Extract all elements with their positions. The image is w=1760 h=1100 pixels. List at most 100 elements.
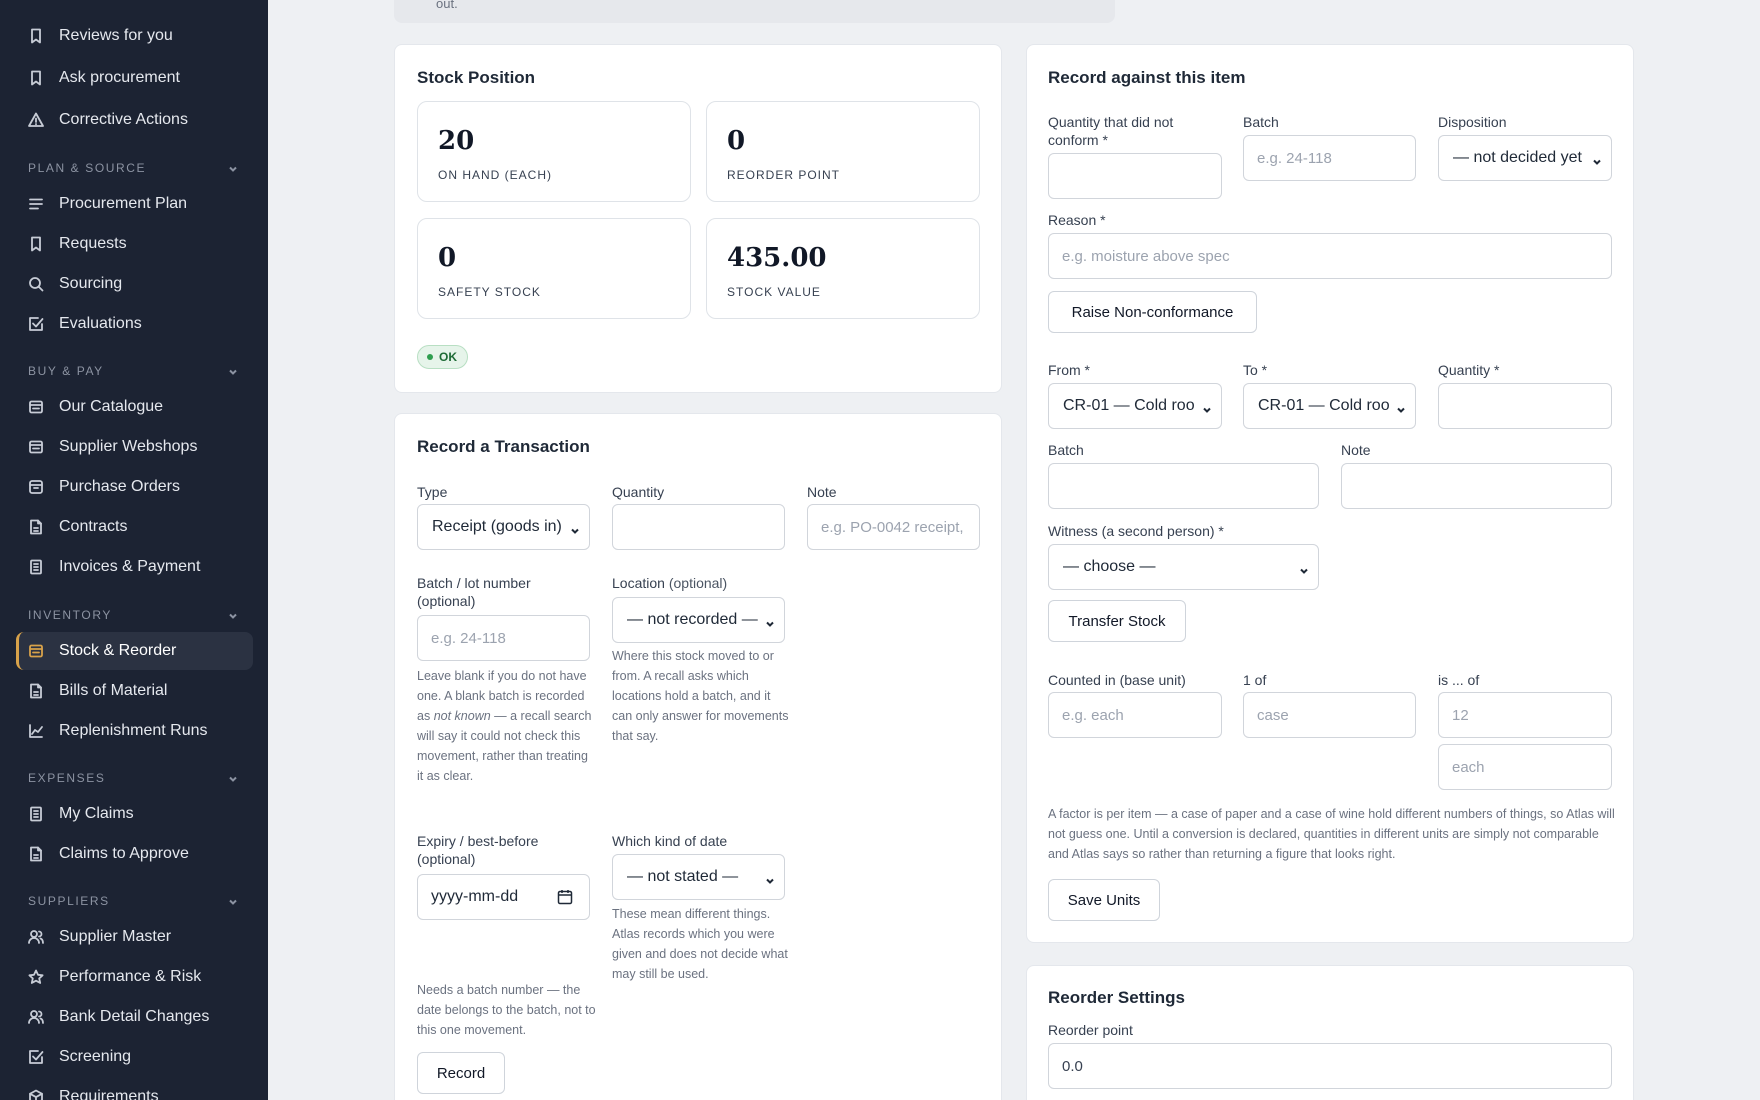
from-select-value: CR-01 — Cold roo xyxy=(1063,397,1195,414)
reorder-point-label: Reorder point xyxy=(1048,1022,1133,1038)
status-badge: OK xyxy=(417,345,468,369)
stat-value: 435.00 xyxy=(727,243,827,273)
factor-unit-input[interactable]: each xyxy=(1438,744,1612,790)
sidebar-item-procurement-plan[interactable]: Procurement Plan xyxy=(16,185,253,223)
transfer-note-label: Note xyxy=(1341,442,1371,458)
from-location-select[interactable]: CR-01 — Cold roo xyxy=(1048,383,1222,429)
transfer-quantity-label: Quantity * xyxy=(1438,362,1500,378)
sidebar-item-label: Performance & Risk xyxy=(59,968,202,985)
sidebar-item-stock-reorder[interactable]: Stock & Reorder xyxy=(16,632,253,670)
record-button[interactable]: Record xyxy=(417,1052,505,1094)
witness-label: Witness (a second person) * xyxy=(1048,523,1224,539)
stat-label: REORDER POINT xyxy=(727,168,841,182)
box-icon xyxy=(28,479,44,495)
sidebar-item-label: Evaluations xyxy=(59,315,142,332)
section-inventory[interactable]: INVENTORY xyxy=(28,607,238,623)
transfer-stock-button[interactable]: Transfer Stock xyxy=(1048,600,1186,642)
sidebar-item-supplier-master[interactable]: Supplier Master xyxy=(16,918,253,956)
sidebar-item-my-claims[interactable]: My Claims xyxy=(16,795,253,833)
sidebar-item-claims-to-approve[interactable]: Claims to Approve xyxy=(16,835,253,873)
sidebar-item-performance-risk[interactable]: Performance & Risk xyxy=(16,958,253,996)
sidebar-item-our-catalogue[interactable]: Our Catalogue xyxy=(16,388,253,426)
sidebar-item-purchase-orders[interactable]: Purchase Orders xyxy=(16,468,253,506)
section-expenses[interactable]: EXPENSES xyxy=(28,770,238,786)
sidebar-item-bank-detail-changes[interactable]: Bank Detail Changes xyxy=(16,998,253,1036)
transfer-note-input[interactable] xyxy=(1341,463,1612,509)
date-kind-select[interactable]: — not stated — xyxy=(612,854,785,900)
reorder-point-input[interactable]: 0.0 xyxy=(1048,1043,1612,1089)
nc-quantity-input[interactable] xyxy=(1048,153,1222,199)
sidebar-item-invoices-payment[interactable]: Invoices & Payment xyxy=(16,548,253,586)
expiry-label-optional: (optional) xyxy=(417,851,476,867)
quantity-input[interactable] xyxy=(612,504,785,550)
stock-position-title: Stock Position xyxy=(417,68,536,87)
location-label: Location (optional) xyxy=(612,574,727,592)
sidebar-item-contracts[interactable]: Contracts xyxy=(16,508,253,546)
section-suppliers[interactable]: SUPPLIERS xyxy=(28,893,238,909)
chevron-down-icon xyxy=(228,163,238,173)
sidebar-item-screening[interactable]: Screening xyxy=(16,1038,253,1076)
stat-stock-value: 435.00 STOCK VALUE xyxy=(706,218,980,319)
type-label: Type xyxy=(417,484,448,500)
sidebar-item-replenishment-runs[interactable]: Replenishment Runs xyxy=(16,712,253,750)
stat-on-hand: 20 ON HAND (EACH) xyxy=(417,101,691,202)
nc-batch-label: Batch xyxy=(1243,114,1279,130)
counted-in-label: Counted in (base unit) xyxy=(1048,672,1186,688)
to-label: To * xyxy=(1243,362,1268,378)
from-label: From * xyxy=(1048,362,1090,378)
stat-value: 0 xyxy=(438,243,457,273)
sidebar-item-corrective-actions[interactable]: Corrective Actions xyxy=(16,101,253,139)
stat-label: SAFETY STOCK xyxy=(438,285,541,299)
chevron-down-icon xyxy=(765,873,775,884)
calendar-icon[interactable] xyxy=(557,889,573,905)
sidebar-item-label: Supplier Master xyxy=(59,928,172,945)
sidebar-item-label: Bank Detail Changes xyxy=(59,1008,210,1025)
sidebar-item-bills-of-material[interactable]: Bills of Material xyxy=(16,672,253,710)
batch-label-text: Batch / lot number xyxy=(417,575,531,591)
notice-text: out. xyxy=(436,0,458,11)
transfer-batch-label: Batch xyxy=(1048,442,1084,458)
sidebar-item-requests[interactable]: Requests xyxy=(16,225,253,263)
nc-batch-input[interactable]: e.g. 24-118 xyxy=(1243,135,1416,181)
save-units-button[interactable]: Save Units xyxy=(1048,879,1160,921)
witness-select[interactable]: — choose — xyxy=(1048,544,1319,590)
transfer-batch-input[interactable] xyxy=(1048,463,1319,509)
type-select[interactable]: Receipt (goods in) xyxy=(417,504,590,550)
search-icon xyxy=(28,276,44,292)
location-select[interactable]: — not recorded — xyxy=(612,597,785,643)
sidebar-item-reviews[interactable]: Reviews for you xyxy=(16,17,253,55)
sidebar-item-evaluations[interactable]: Evaluations xyxy=(16,305,253,343)
document-icon xyxy=(28,683,44,699)
section-buy-pay[interactable]: BUY & PAY xyxy=(28,363,238,379)
notice-banner: out. xyxy=(394,0,1115,23)
catalogue-icon xyxy=(28,399,44,415)
status-text: OK xyxy=(439,350,457,364)
to-location-select[interactable]: CR-01 — Cold roo xyxy=(1243,383,1416,429)
sidebar-item-label: Supplier Webshops xyxy=(59,438,198,455)
section-title: PLAN & SOURCE xyxy=(28,161,147,175)
bookmark-icon xyxy=(28,28,44,44)
sidebar-item-ask-procurement[interactable]: Ask procurement xyxy=(16,59,253,97)
raise-nonconformance-button[interactable]: Raise Non-conformance xyxy=(1048,291,1257,333)
location-label-text: Location xyxy=(612,575,665,591)
note-placeholder: e.g. PO-0042 receipt, xyxy=(821,518,964,536)
factor-input[interactable]: 12 xyxy=(1438,692,1612,738)
note-input[interactable]: e.g. PO-0042 receipt, xyxy=(807,504,980,550)
section-plan-source[interactable]: PLAN & SOURCE xyxy=(28,160,238,176)
sidebar-item-supplier-webshops[interactable]: Supplier Webshops xyxy=(16,428,253,466)
sidebar-item-label: Stock & Reorder xyxy=(59,642,177,659)
base-unit-input[interactable]: e.g. each xyxy=(1048,692,1222,738)
sidebar-item-requirements[interactable]: Requirements xyxy=(16,1078,253,1100)
batch-input[interactable]: e.g. 24-118 xyxy=(417,615,590,661)
chevron-down-icon xyxy=(1592,154,1602,165)
chevron-down-icon xyxy=(228,610,238,620)
sidebar-item-sourcing[interactable]: Sourcing xyxy=(16,265,253,303)
record-item-title: Record against this item xyxy=(1048,68,1246,87)
sidebar-item-label: Our Catalogue xyxy=(59,398,164,415)
pack-unit-input[interactable]: case xyxy=(1243,692,1416,738)
reason-input[interactable]: e.g. moisture above spec xyxy=(1048,233,1612,279)
disposition-select[interactable]: — not decided yet xyxy=(1438,135,1612,181)
expiry-date-input[interactable]: yyyy-mm-dd xyxy=(417,874,590,920)
transfer-quantity-input[interactable] xyxy=(1438,383,1612,429)
quantity-label: Quantity xyxy=(612,484,665,500)
